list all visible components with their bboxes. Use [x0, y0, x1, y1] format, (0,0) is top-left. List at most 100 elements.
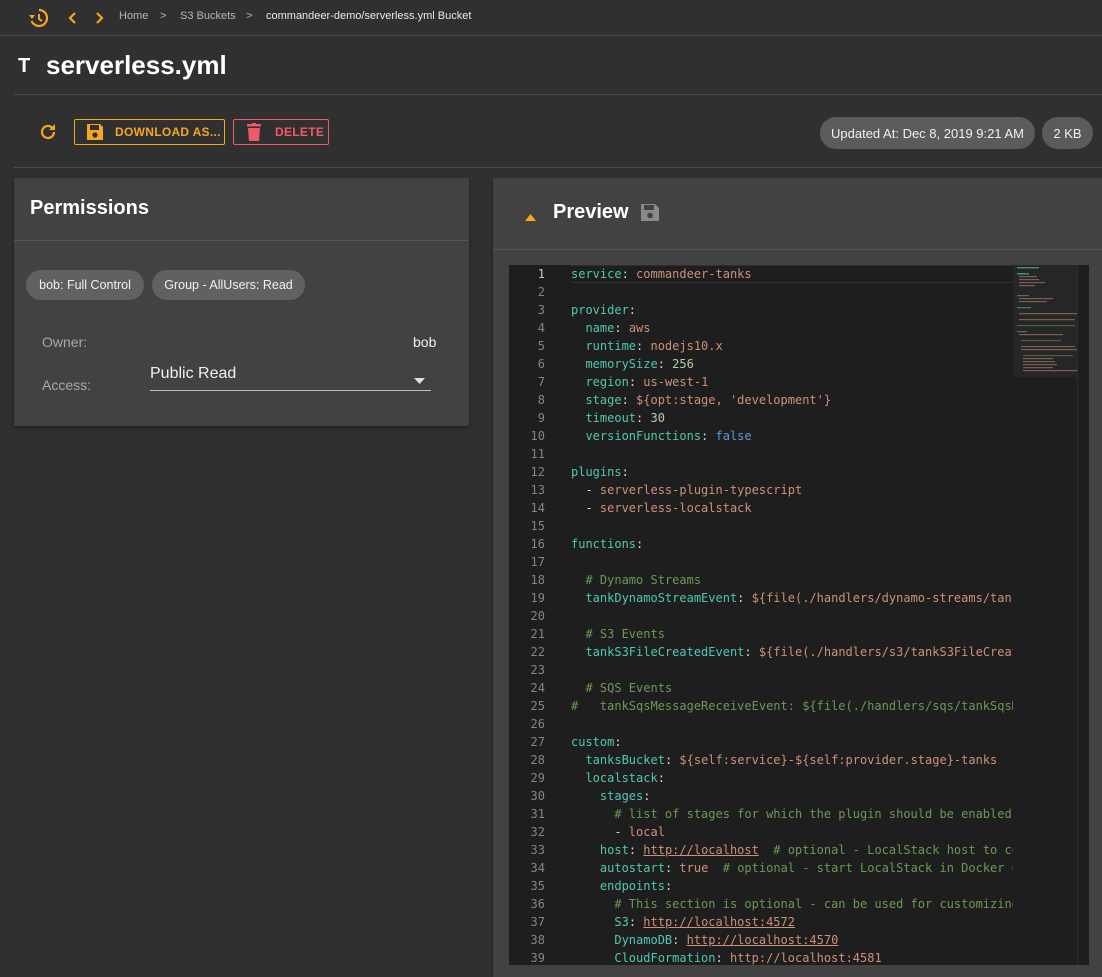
collapse-icon[interactable] — [525, 208, 536, 226]
code-line[interactable]: tankDynamoStreamEvent: ${file(./handlers… — [571, 589, 1013, 607]
refresh-icon[interactable] — [38, 122, 58, 142]
code-line[interactable]: stages: — [571, 787, 1013, 805]
code-line[interactable]: service: commandeer-tanks — [571, 265, 1013, 283]
line-number: 5 — [537, 339, 545, 353]
line-number: 14 — [530, 501, 545, 515]
line-number: 15 — [530, 519, 545, 533]
code-line[interactable]: - serverless-localstack — [571, 499, 1013, 517]
code-token: serverless-localstack — [599, 501, 752, 515]
line-number: 11 — [530, 447, 545, 461]
code-line[interactable]: # SQS Events — [571, 679, 1013, 697]
breadcrumb-home[interactable]: Home — [119, 10, 148, 22]
minimap[interactable] — [1013, 265, 1079, 385]
permission-chip[interactable]: Group - AllUsers: Read — [152, 270, 305, 300]
code-line[interactable]: DynamoDB: http://localhost:4570 — [571, 931, 1013, 949]
code-line[interactable]: runtime: nodejs10.x — [571, 337, 1013, 355]
code-token: : — [672, 933, 687, 947]
access-select[interactable]: Public Read — [150, 360, 431, 391]
code-line[interactable]: provider: — [571, 301, 1013, 319]
breadcrumb-s3-buckets[interactable]: S3 Buckets — [180, 10, 236, 22]
code-line[interactable]: memorySize: 256 — [571, 355, 1013, 373]
code-token: : — [621, 267, 637, 281]
code-token: : — [628, 375, 644, 389]
code-line[interactable]: autostart: true # optional - start Local… — [571, 859, 1013, 877]
editor-scrollbar[interactable] — [1077, 265, 1089, 965]
code-token: DynamoDB — [614, 933, 673, 947]
code-token: : — [664, 753, 680, 767]
breadcrumb-separator: > — [160, 10, 167, 22]
code-token: - — [571, 483, 600, 497]
code-token: : — [701, 429, 716, 443]
download-as-label: DOWNLOAD AS... — [115, 125, 221, 139]
line-number: 34 — [530, 861, 545, 875]
code-line[interactable]: name: aws — [571, 319, 1013, 337]
code-line[interactable]: S3: http://localhost:4572 — [571, 913, 1013, 931]
line-number: 16 — [530, 537, 545, 551]
code-line[interactable]: - serverless-plugin-typescript — [571, 481, 1013, 499]
preview-title: Preview — [553, 201, 629, 223]
code-line[interactable]: tankS3FileCreatedEvent: ${file(./handler… — [571, 643, 1013, 661]
save-icon[interactable] — [640, 203, 660, 227]
code-line[interactable] — [571, 607, 1013, 625]
code-line[interactable]: versionFunctions: false — [571, 427, 1013, 445]
code-line[interactable]: host: http://localhost # optional - Loca… — [571, 841, 1013, 859]
line-number: 39 — [530, 951, 545, 965]
code-token: : — [657, 771, 665, 785]
code-editor[interactable]: 1 2 3 4 5 6 7 8 9 10 11 12 13 14 15 16 17 18 19 20 21 22 23 24 2… — [509, 265, 1089, 965]
code-token: aws — [628, 321, 651, 335]
code-line[interactable]: custom: — [571, 733, 1013, 751]
code-token: nodejs10.x — [650, 339, 723, 353]
trash-icon — [247, 123, 261, 141]
line-number: 6 — [537, 357, 545, 371]
code-line[interactable] — [571, 661, 1013, 679]
delete-button[interactable]: DELETE — [233, 119, 329, 145]
code-line[interactable] — [571, 715, 1013, 733]
code-line[interactable]: # tankSqsMessageReceiveEvent: ${file(./h… — [571, 697, 1013, 715]
line-number: 8 — [537, 393, 545, 407]
code-line[interactable] — [571, 283, 1013, 301]
code-line[interactable]: # list of stages for which the plugin sh… — [571, 805, 1013, 823]
code-token: timeout — [585, 411, 637, 425]
line-number: 12 — [530, 465, 545, 479]
code-line[interactable]: plugins: — [571, 463, 1013, 481]
owner-label: Owner: — [42, 334, 88, 350]
code-line[interactable]: # This section is optional - can be used… — [571, 895, 1013, 913]
code-line[interactable]: CloudFormation: http://localhost:4581 — [571, 949, 1013, 965]
access-label: Access: — [42, 377, 92, 393]
code-line[interactable]: # Dynamo Streams — [571, 571, 1013, 589]
code-line[interactable] — [571, 445, 1013, 463]
line-number-gutter: 1 2 3 4 5 6 7 8 9 10 11 12 13 14 15 16 17 18 19 20 21 22 23 24 2… — [509, 265, 559, 965]
code-token: serverless-plugin-typescript — [599, 483, 803, 497]
code-token: stage — [585, 393, 622, 407]
download-as-button[interactable]: DOWNLOAD AS... — [74, 119, 225, 145]
code-token: : — [643, 789, 651, 803]
code-line[interactable]: - local — [571, 823, 1013, 841]
code-line[interactable] — [571, 517, 1013, 535]
code-line[interactable]: functions: — [571, 535, 1013, 553]
code-line[interactable]: timeout: 30 — [571, 409, 1013, 427]
code-token: http://localhost:4581 — [729, 951, 882, 965]
code-area[interactable]: service: commandeer-tanks provider: name… — [571, 265, 1013, 965]
code-line[interactable]: endpoints: — [571, 877, 1013, 895]
line-number: 3 — [537, 303, 545, 317]
code-line[interactable]: tanksBucket: ${self:service}-${self:prov… — [571, 751, 1013, 769]
forward-icon[interactable] — [92, 8, 108, 28]
code-token: service — [571, 267, 622, 281]
code-token: : — [636, 339, 651, 353]
permission-chip[interactable]: bob: Full Control — [26, 270, 144, 300]
code-line[interactable]: stage: ${opt:stage, 'development'} — [571, 391, 1013, 409]
history-icon[interactable] — [28, 8, 50, 28]
code-line[interactable]: # S3 Events — [571, 625, 1013, 643]
code-line[interactable] — [571, 553, 1013, 571]
updated-at-chip: Updated At: Dec 8, 2019 9:21 AM — [820, 117, 1035, 149]
line-number: 10 — [530, 429, 545, 443]
code-line[interactable]: region: us-west-1 — [571, 373, 1013, 391]
code-line[interactable]: localstack: — [571, 769, 1013, 787]
back-icon[interactable] — [64, 8, 80, 28]
